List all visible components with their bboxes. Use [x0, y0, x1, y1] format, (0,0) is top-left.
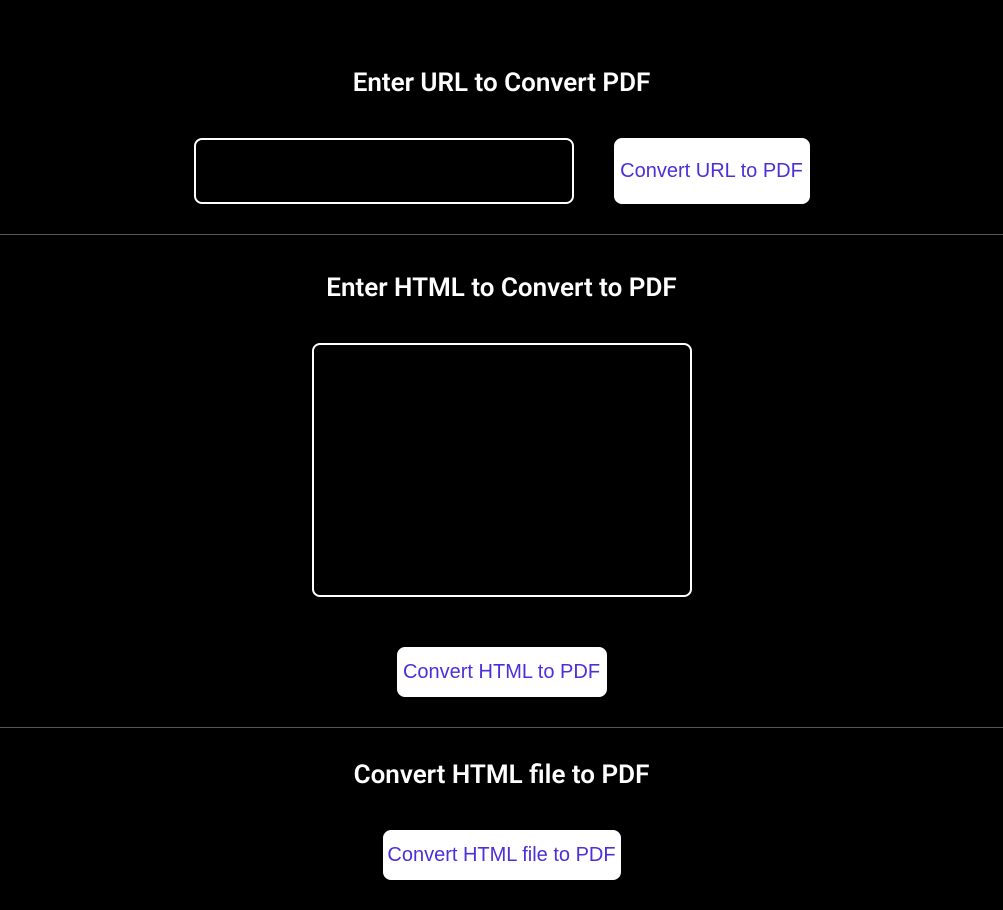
html-textarea[interactable] [312, 343, 692, 597]
convert-html-button[interactable]: Convert HTML to PDF [397, 647, 607, 697]
url-to-pdf-section: Enter URL to Convert PDF Convert URL to … [0, 0, 1003, 235]
url-input[interactable] [194, 138, 574, 204]
file-section-title: Convert HTML file to PDF [354, 760, 650, 790]
convert-file-button[interactable]: Convert HTML file to PDF [383, 830, 621, 880]
url-section-title: Enter URL to Convert PDF [353, 68, 651, 98]
html-section-title: Enter HTML to Convert to PDF [326, 273, 676, 303]
html-to-pdf-section: Enter HTML to Convert to PDF Convert HTM… [0, 235, 1003, 728]
convert-url-button[interactable]: Convert URL to PDF [614, 138, 810, 204]
file-to-pdf-section: Convert HTML file to PDF Convert HTML fi… [0, 728, 1003, 910]
url-input-row: Convert URL to PDF [194, 138, 810, 204]
